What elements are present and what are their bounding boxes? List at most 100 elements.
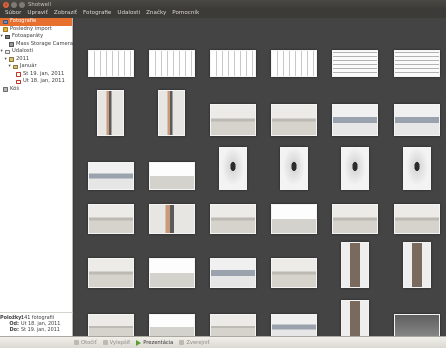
publish-label: Zverejniť (186, 339, 210, 346)
photo-thumbnail[interactable] (280, 147, 308, 190)
photo-thumbnail[interactable] (88, 50, 134, 77)
photo-thumbnail[interactable] (149, 258, 195, 288)
photo-thumbnail[interactable] (210, 204, 256, 234)
sidebar-item-trash[interactable]: Kôš (0, 86, 72, 94)
menu-photos[interactable]: Fotografie (80, 9, 114, 18)
rotate-icon (74, 340, 79, 345)
expander-icon[interactable]: ▾ (1, 33, 3, 41)
photo-thumbnail[interactable] (394, 314, 440, 336)
photo-thumbnail[interactable] (210, 258, 256, 288)
sidebar-item-mass-storage-camera[interactable]: Mass Storage Camera (0, 40, 74, 49)
menu-file[interactable]: Súbor (2, 9, 24, 18)
photo-thumbnail[interactable] (210, 104, 256, 136)
menu-tags[interactable]: Značky (143, 9, 169, 18)
enhance-icon (102, 340, 108, 345)
photo-thumbnail[interactable] (149, 204, 195, 234)
camera-icon (5, 34, 10, 39)
sidebar-item-2011[interactable]: ▾ 2011 (0, 56, 72, 64)
photo-grid[interactable] (74, 18, 446, 336)
sidebar-item-events[interactable]: ▾ Udalosti (0, 48, 72, 56)
photo-thumbnail[interactable] (158, 90, 185, 136)
photo-thumbnail[interactable] (219, 147, 247, 190)
menu-events[interactable]: Udalosti (114, 9, 143, 18)
photo-thumbnail[interactable] (149, 314, 195, 336)
photo-thumbnail[interactable] (149, 50, 195, 77)
photo-thumbnail[interactable] (88, 314, 134, 336)
info-to-label: Do: (9, 327, 19, 333)
photo-thumbnail[interactable] (271, 50, 317, 77)
sidebar-item-label: Fotografie (10, 18, 37, 24)
photo-thumbnail[interactable] (341, 242, 369, 288)
sidebar-item-label: Január (20, 63, 37, 69)
events-icon (5, 49, 10, 54)
photo-thumbnail[interactable] (332, 50, 378, 77)
menu-view[interactable]: Zobraziť (51, 9, 80, 18)
window-title: Shotwell (28, 1, 51, 8)
sidebar-item-label: 2011 (16, 55, 30, 62)
sidebar-item-label: Posledný import (10, 25, 52, 32)
bottom-toolbar: Otočiť Vylepšiť Prezentácia Zverejniť (0, 336, 446, 348)
trash-icon (3, 87, 8, 92)
window-controls: × (3, 1, 25, 8)
menu-help[interactable]: Pomocník (169, 9, 202, 18)
photo-thumbnail[interactable] (394, 104, 440, 136)
info-panel-content: Položky: 141 fotografií Od: Ut 18. jan, … (0, 315, 73, 333)
play-icon (136, 339, 142, 346)
photo-thumbnail[interactable] (332, 204, 378, 234)
title-bar: × Shotwell (0, 0, 446, 9)
sidebar-item-cameras[interactable]: ▾ Fotoaparáty (0, 33, 72, 41)
day-icon (16, 72, 21, 77)
photo-thumbnail[interactable] (394, 50, 440, 77)
photo-thumbnail[interactable] (271, 104, 317, 136)
photo-thumbnail[interactable] (88, 258, 134, 288)
sidebar: Fotografie Posledný import ▾ Fotoaparáty… (0, 18, 73, 312)
close-window-icon[interactable]: × (3, 1, 9, 8)
folder-icon (13, 64, 18, 69)
photo-thumbnail[interactable] (403, 147, 431, 190)
publish-button[interactable]: Zverejniť (179, 339, 210, 346)
photo-thumbnail[interactable] (271, 204, 317, 234)
slideshow-label: Prezentácia (143, 339, 174, 346)
expander-icon[interactable]: ▾ (9, 63, 11, 71)
photo-thumbnail[interactable] (149, 162, 195, 190)
menu-edit[interactable]: Upraviť (24, 9, 50, 18)
expander-icon[interactable]: ▾ (1, 48, 3, 56)
sidebar-item-label: Fotoaparáty (12, 33, 44, 39)
info-row-to: Do: St 19. jan, 2011 (0, 327, 73, 333)
photo-thumbnail[interactable] (210, 50, 256, 77)
sidebar-item-day-19[interactable]: St 19. jan, 2011 (0, 71, 72, 79)
info-to-value: St 19. jan, 2011 (21, 327, 60, 333)
photo-thumbnail[interactable] (97, 90, 124, 136)
sidebar-item-label: Kôš (10, 85, 20, 92)
rotate-button[interactable]: Otočiť (74, 340, 97, 346)
sidebar-item-day-18[interactable]: Ut 18. jan, 2011 (0, 78, 72, 86)
sidebar-item-label: Udalosti (12, 48, 34, 54)
photo-thumbnail[interactable] (341, 300, 369, 336)
sidebar-item-january[interactable]: ▾ Január (0, 63, 72, 71)
photo-thumbnail[interactable] (341, 147, 369, 190)
storage-icon (9, 42, 14, 47)
photo-thumbnail[interactable] (394, 204, 440, 234)
expander-icon[interactable]: ▾ (5, 56, 7, 64)
sidebar-item-last-import[interactable]: Posledný import (0, 26, 72, 34)
sidebar-item-photos[interactable]: Fotografie (0, 18, 72, 26)
enhance-label: Vylepšiť (109, 339, 131, 346)
photo-thumbnail[interactable] (403, 242, 431, 288)
menu-bar: Súbor Upraviť Zobraziť Fotografie Udalos… (0, 9, 446, 18)
photo-thumbnail[interactable] (332, 104, 378, 136)
photo-thumbnail[interactable] (271, 314, 317, 336)
sidebar-item-label: Mass Storage Camera (16, 40, 74, 47)
maximize-window-icon[interactable] (19, 1, 25, 8)
enhance-button[interactable]: Vylepšiť (102, 339, 131, 346)
sidebar-item-label: Ut 18. jan, 2011 (23, 78, 65, 84)
photo-thumbnail[interactable] (88, 162, 134, 190)
photo-thumbnail[interactable] (88, 204, 134, 234)
photo-thumbnail[interactable] (271, 258, 317, 288)
folder-icon (9, 57, 14, 62)
minimize-window-icon[interactable] (11, 1, 17, 8)
publish-icon (179, 340, 185, 345)
sidebar-item-label: St 19. jan, 2011 (23, 70, 65, 77)
photo-thumbnail[interactable] (210, 314, 256, 336)
slideshow-button[interactable]: Prezentácia (136, 339, 174, 346)
import-icon (3, 27, 8, 32)
